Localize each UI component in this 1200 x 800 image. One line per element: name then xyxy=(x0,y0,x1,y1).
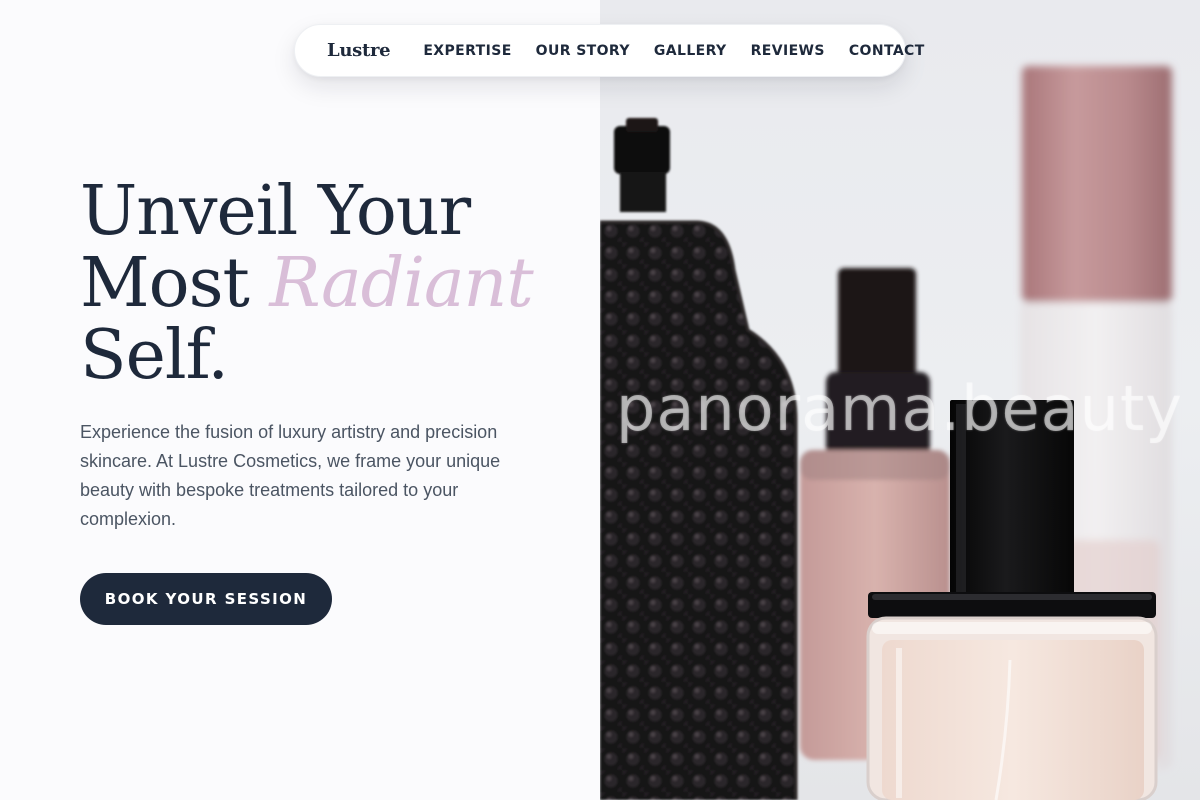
nav-link-contact[interactable]: CONTACT xyxy=(849,43,925,59)
image-watermark: panorama.beauty xyxy=(616,372,1183,445)
headline-accent-word: Radiant xyxy=(269,244,533,323)
book-session-button[interactable]: BOOK YOUR SESSION xyxy=(80,573,332,625)
nav-links: EXPERTISE OUR STORY GALLERY REVIEWS CONT… xyxy=(423,43,924,59)
hero-headline: Unveil Your Most Radiant Self. xyxy=(80,176,580,392)
nav-link-expertise[interactable]: EXPERTISE xyxy=(423,43,511,59)
nav-link-reviews[interactable]: REVIEWS xyxy=(751,43,825,59)
hero-description: Experience the fusion of luxury artistry… xyxy=(80,422,501,529)
brand-logo[interactable]: Lustre xyxy=(327,40,391,61)
headline-line-2-plain: Most xyxy=(80,244,270,323)
nav-link-our-story[interactable]: OUR STORY xyxy=(536,43,630,59)
top-navbar: Lustre EXPERTISE OUR STORY GALLERY REVIE… xyxy=(294,24,924,77)
nav-link-gallery[interactable]: GALLERY xyxy=(654,43,727,59)
headline-line-3: Self. xyxy=(80,316,229,395)
headline-line-1: Unveil Your xyxy=(80,172,471,251)
hero-section: Unveil Your Most Radiant Self. Experienc… xyxy=(0,0,600,800)
headline-line-2: Most Radiant xyxy=(80,248,580,320)
hero-image: panorama.beauty xyxy=(600,0,1200,800)
